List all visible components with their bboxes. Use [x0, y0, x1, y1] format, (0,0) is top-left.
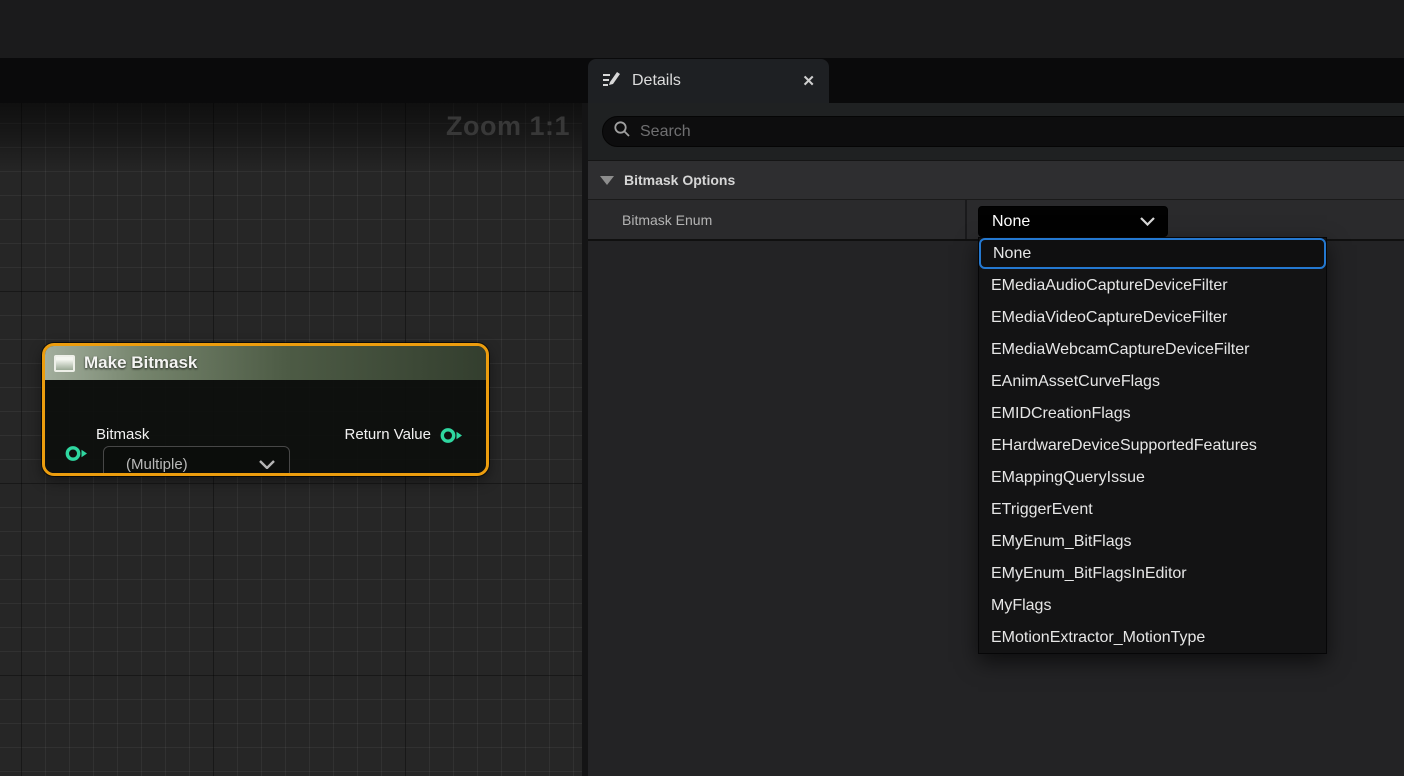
enum-option[interactable]: EMIDCreationFlags [979, 398, 1326, 430]
chevron-down-icon [1140, 217, 1155, 226]
bitmask-enum-dropdown[interactable]: None [978, 206, 1168, 237]
node-header[interactable]: Make Bitmask [45, 346, 486, 380]
enum-option[interactable]: EMediaAudioCaptureDeviceFilter [979, 270, 1326, 302]
node-body: Bitmask Return Value (Multiple) [45, 380, 486, 473]
output-pin-label: Return Value [345, 426, 431, 443]
make-struct-icon [54, 355, 75, 372]
bitmask-value-text: (Multiple) [126, 456, 259, 473]
details-tab-title: Details [632, 72, 681, 90]
enum-option[interactable]: ETriggerEvent [979, 494, 1326, 526]
column-splitter[interactable] [965, 200, 967, 239]
editor-top-bar [0, 0, 1404, 58]
chevron-down-icon [259, 460, 275, 469]
blueprint-graph-canvas[interactable]: Zoom 1:1 Make Bitmask Bitmask Return Val… [0, 103, 582, 776]
enum-option[interactable]: None [979, 238, 1326, 269]
search-icon [613, 120, 631, 143]
search-placeholder: Search [640, 123, 691, 141]
enum-option[interactable]: EHardwareDeviceSupportedFeatures [979, 430, 1326, 462]
zoom-level-indicator: Zoom 1:1 [446, 111, 570, 142]
make-bitmask-node[interactable]: Make Bitmask Bitmask Return Value (Multi… [42, 343, 489, 476]
details-icon [600, 68, 622, 95]
enum-option[interactable]: EAnimAssetCurveFlags [979, 366, 1326, 398]
node-title: Make Bitmask [84, 353, 197, 373]
bitmask-value-dropdown[interactable]: (Multiple) [103, 446, 290, 476]
close-icon[interactable]: ✕ [802, 74, 815, 89]
bitmask-enum-value: None [992, 213, 1140, 231]
search-row: Search [588, 103, 1404, 160]
details-panel: Search Bitmask Options Bitmask Enum None… [588, 103, 1404, 776]
section-title: Bitmask Options [624, 172, 735, 188]
output-pin-icon[interactable] [439, 426, 464, 450]
enum-option[interactable]: EMotionExtractor_MotionType [979, 622, 1326, 654]
input-pin-label: Bitmask [96, 426, 149, 443]
property-label: Bitmask Enum [622, 212, 712, 228]
details-tab[interactable]: Details ✕ [588, 59, 829, 103]
enum-option[interactable]: EMyEnum_BitFlagsInEditor [979, 558, 1326, 590]
bitmask-options-section-header[interactable]: Bitmask Options [588, 160, 1404, 200]
expander-arrow-icon[interactable] [600, 176, 614, 185]
enum-option[interactable]: MyFlags [979, 590, 1326, 622]
enum-option[interactable]: EMediaVideoCaptureDeviceFilter [979, 302, 1326, 334]
enum-option[interactable]: EMappingQueryIssue [979, 462, 1326, 494]
input-pin-icon[interactable] [64, 444, 89, 468]
enum-option[interactable]: EMediaWebcamCaptureDeviceFilter [979, 334, 1326, 366]
search-input[interactable]: Search [602, 116, 1404, 147]
enum-options-list: NoneEMediaAudioCaptureDeviceFilterEMedia… [978, 237, 1327, 654]
bitmask-enum-property-row: Bitmask Enum None [588, 200, 1404, 241]
enum-option[interactable]: EMyEnum_BitFlags [979, 526, 1326, 558]
